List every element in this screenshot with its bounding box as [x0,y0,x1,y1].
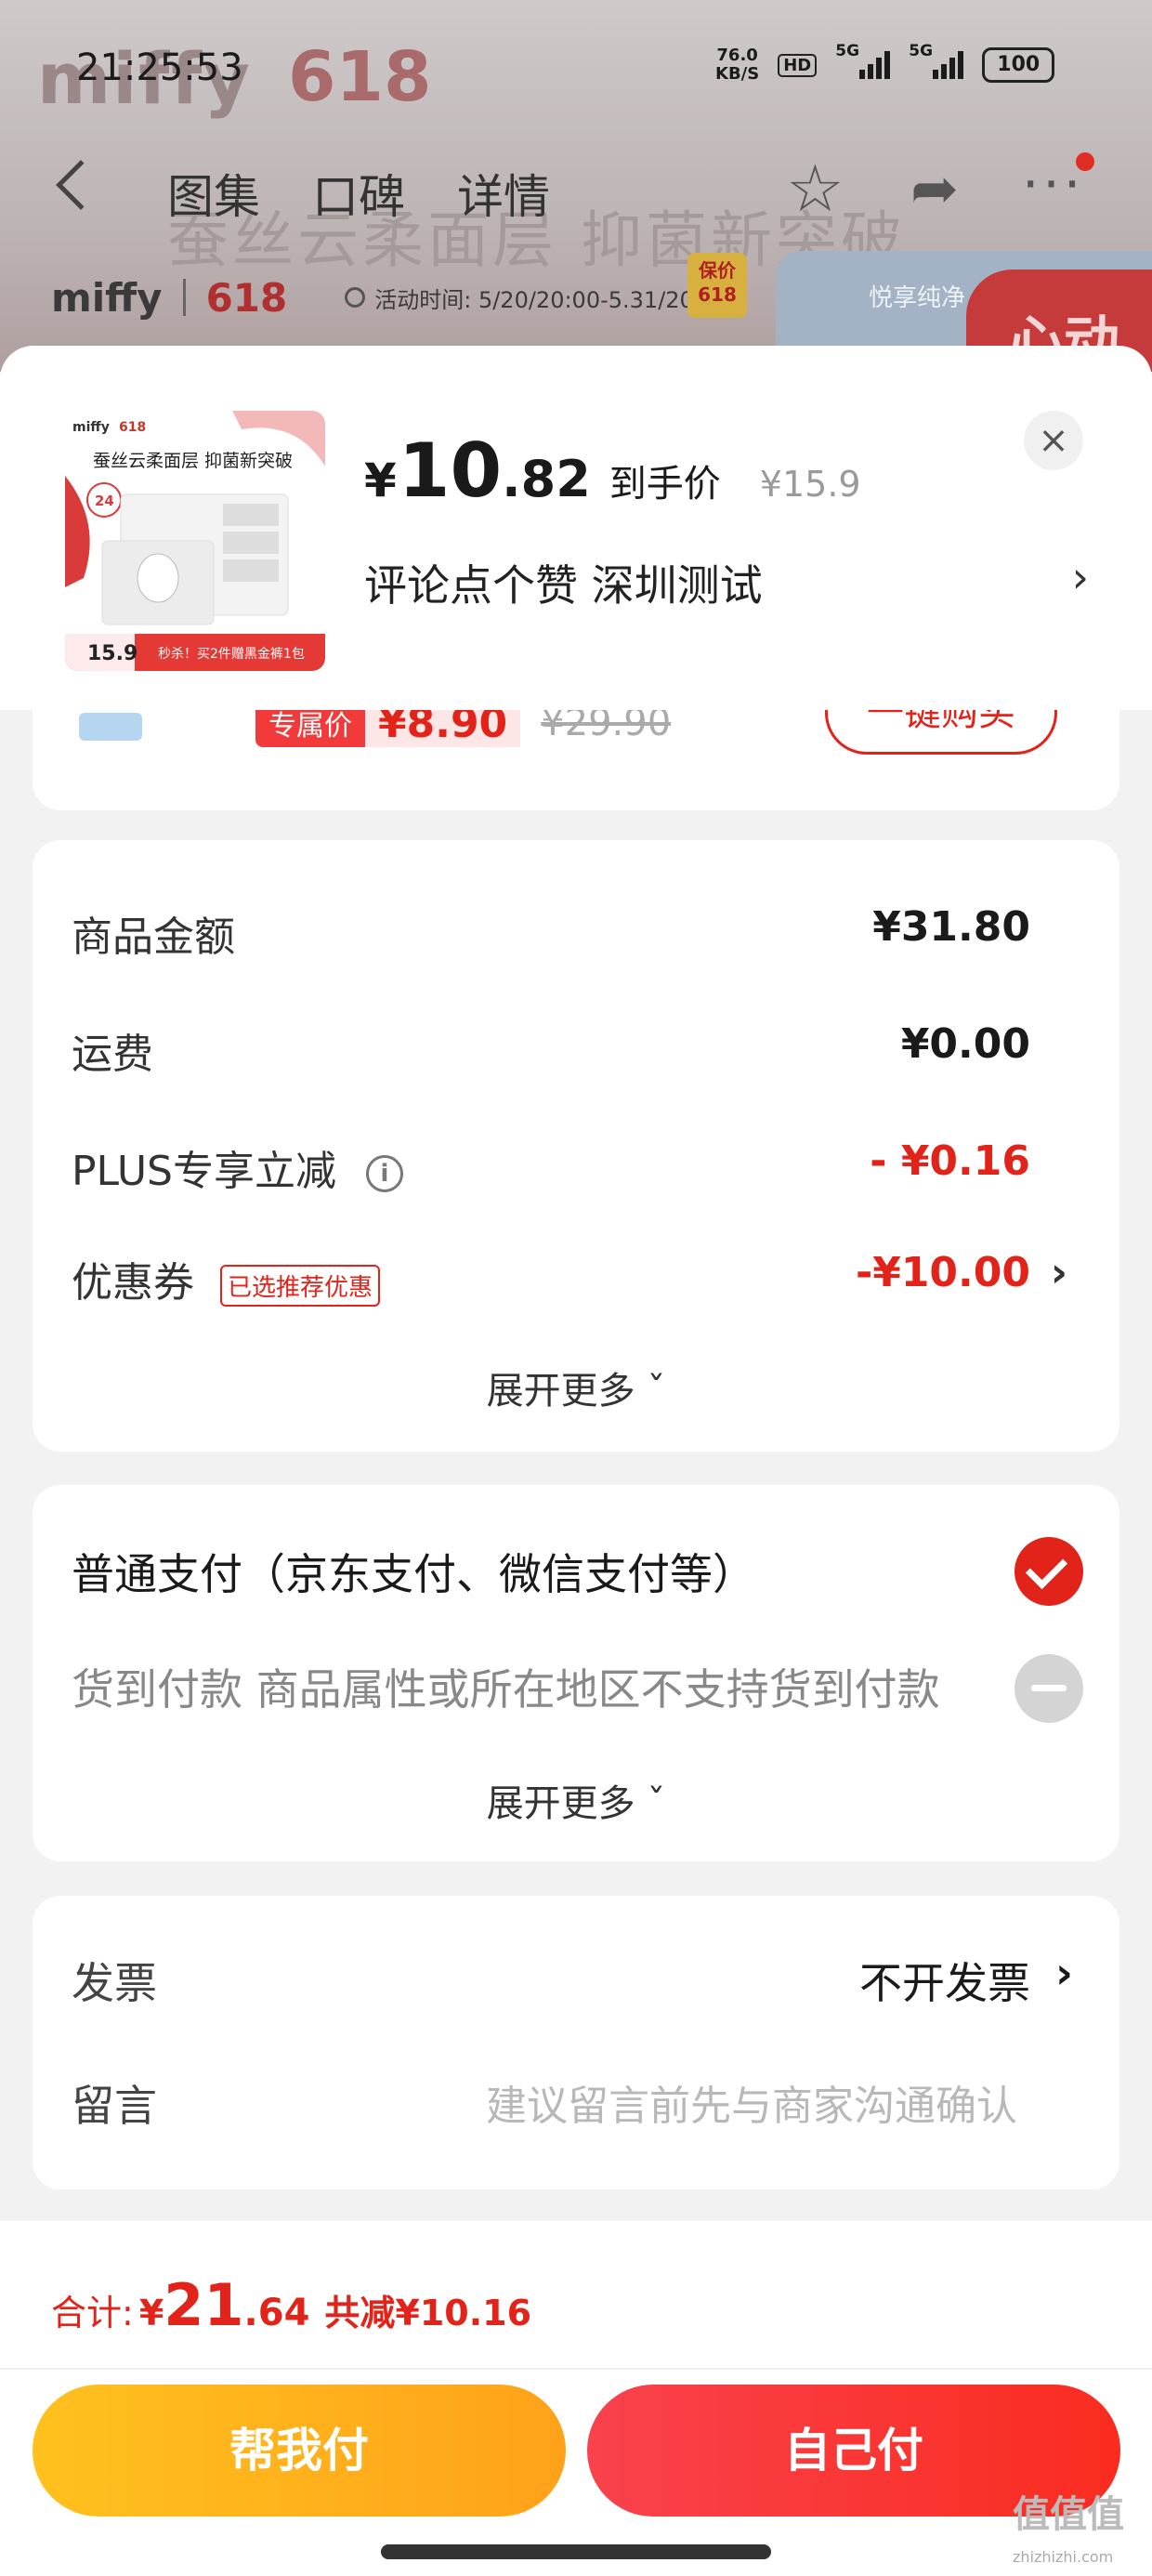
nav-tabs: 图集 口碑 详情 [167,160,550,227]
invoice-label: 发票 [72,1958,157,2008]
price-integer: 10 [398,427,503,514]
product-thumbnail[interactable]: miffy 618 蚕丝云柔面层 抑菌新突破 24 15.9 秒杀！买2件赠黑金… [65,411,325,671]
svg-text:蚕丝云柔面层 抑菌新突破: 蚕丝云柔面层 抑菌新突破 [93,451,293,471]
total-decimal: .64 [243,2292,310,2334]
close-button[interactable]: × [1024,411,1083,470]
product-thumbnail-image: miffy 618 蚕丝云柔面层 抑菌新突破 24 15.9 秒杀！买2件赠黑金… [65,411,325,671]
svg-text:15.9: 15.9 [87,642,137,665]
net-speed: 76.0 KB/S [715,46,760,84]
payment-cod-label: 货到付款 商品属性或所在地区不支持货到付款 [72,1664,940,1715]
bg-activity-time-text: 活动时间: 5/20/20:00-5.31/20:00 [374,286,730,313]
checked-icon[interactable] [1015,1537,1083,1606]
total-saved: 共减¥10.16 [324,2293,532,2333]
total-label: 合计: [51,2293,134,2333]
coupon-row[interactable]: 优惠券 已选推荐优惠 -¥10.00 › [72,1249,1067,1308]
bg-divider [182,279,186,316]
bg-price-protect-badge: 保价 618 [687,253,747,318]
battery-icon: 100 [982,47,1055,83]
svg-text:秒杀！买2件赠黑金裤1包: 秒杀！买2件赠黑金裤1包 [158,647,305,662]
signal-icon: 5G [835,42,891,79]
notification-dot [1076,152,1094,171]
bg-618-logo: 618 [205,274,288,321]
plus-discount-value: - ¥0.16 [870,1137,1030,1185]
bg-activity-time: 活动时间: 5/20/20:00-5.31/20:00 [345,282,729,314]
note-input[interactable]: 建议留言前先与商家沟通确认 [486,2072,1017,2132]
tab-details[interactable]: 详情 [457,160,550,227]
checkout-footer: 合计: ¥ 21 .64 共减¥10.16 帮我付 自己付 值值值 zhizhi… [0,2221,1152,2576]
svg-text:618: 618 [119,420,146,435]
footer-divider [0,2368,1152,2370]
back-icon[interactable] [56,160,106,210]
price-yen: ¥ [364,453,397,507]
tab-gallery[interactable]: 图集 [167,160,260,227]
note-label: 留言 [72,2081,157,2131]
price-row: ¥ 10 .82 到手价 ¥15.9 [364,427,861,514]
share-icon[interactable]: ➦ [910,156,959,221]
plus-discount-label: PLUS专享立减 [72,1148,336,1195]
total-yen: ¥ [138,2293,164,2333]
help-pay-button[interactable]: 帮我付 [33,2385,566,2517]
invoice-note-card: 发票 不开发票 › 留言 建议留言前先与商家沟通确认 [33,1896,1119,2189]
coupon-label: 优惠券 [72,1259,194,1307]
shipping-label: 运费 [72,1031,153,1078]
goods-amount-label: 商品金额 [72,913,235,961]
shipping-row: 运费 ¥0.00 [72,1020,1030,1080]
goods-amount-row: 商品金额 ¥31.80 [72,903,1030,963]
status-icons: 76.0 KB/S HD 5G 5G 100 [715,42,1055,84]
hd-icon: HD [778,53,818,77]
spec-text: 评论点个赞 深圳测试 [364,560,763,611]
payment-normal-label[interactable]: 普通支付（京东支付、微信支付等） [72,1541,755,1602]
status-bar: 21:25:53 76.0 KB/S HD 5G 5G 100 [0,0,1152,139]
chevron-right-icon[interactable]: › [1055,1948,1073,1998]
info-icon[interactable]: i [366,1155,403,1192]
signal-icon-2: 5G [909,42,964,79]
status-time: 21:25:53 [76,46,243,89]
clock-icon [345,287,366,308]
site-watermark: 值值值 zhizhizhi.com [1013,2493,1124,2566]
chevron-right-icon: › [1050,1249,1067,1296]
chevron-right-icon: › [1071,552,1089,602]
coupon-recommended-tag: 已选推荐优惠 [220,1264,381,1307]
svg-text:miffy: miffy [72,420,110,435]
bg-brand-logo: miffy [51,274,163,321]
goods-amount-value: ¥31.80 [872,903,1030,951]
expand-more-amounts[interactable]: 展开更多 ˇ [33,1360,1119,1414]
invoice-value[interactable]: 不开发票 [859,1950,1030,2011]
home-indicator[interactable] [381,2544,771,2559]
star-icon[interactable]: ☆ [786,156,844,221]
tab-reviews[interactable]: 口碑 [312,160,405,227]
bg-brand-row: miffy 618 活动时间: 5/20/20:00-5.31/20:00 [51,274,729,321]
svg-text:24: 24 [95,493,114,509]
store-icon [79,713,142,741]
shipping-value: ¥0.00 [900,1020,1030,1068]
original-price: ¥15.9 [759,464,861,505]
nav-bar: 图集 口碑 详情 ☆ ➦ ··· [0,139,1152,242]
payment-card: 普通支付（京东支付、微信支付等） 货到付款 商品属性或所在地区不支持货到付款 展… [33,1485,1119,1861]
bg-banner-text: 悦享纯净 [869,284,966,312]
spec-selector[interactable]: 评论点个赞 深圳测试 › [364,552,1089,613]
expand-more-payment[interactable]: 展开更多 ˇ [33,1773,1119,1827]
coupon-value: -¥10.00 [855,1249,1030,1296]
disabled-icon [1015,1654,1083,1723]
total-amount: 合计: ¥ 21 .64 共减¥10.16 [51,2271,531,2339]
amounts-card: 商品金额 ¥31.80 运费 ¥0.00 PLUS专享立减 i - ¥0.16 … [33,840,1119,1452]
plus-discount-row: PLUS专享立减 i - ¥0.16 [72,1137,1030,1197]
total-integer: 21 [164,2271,244,2339]
sheet-header: miffy 618 蚕丝云柔面层 抑菌新突破 24 15.9 秒杀！买2件赠黑金… [0,346,1152,710]
price-decimal: .82 [502,450,591,508]
price-label: 到手价 [609,463,721,506]
